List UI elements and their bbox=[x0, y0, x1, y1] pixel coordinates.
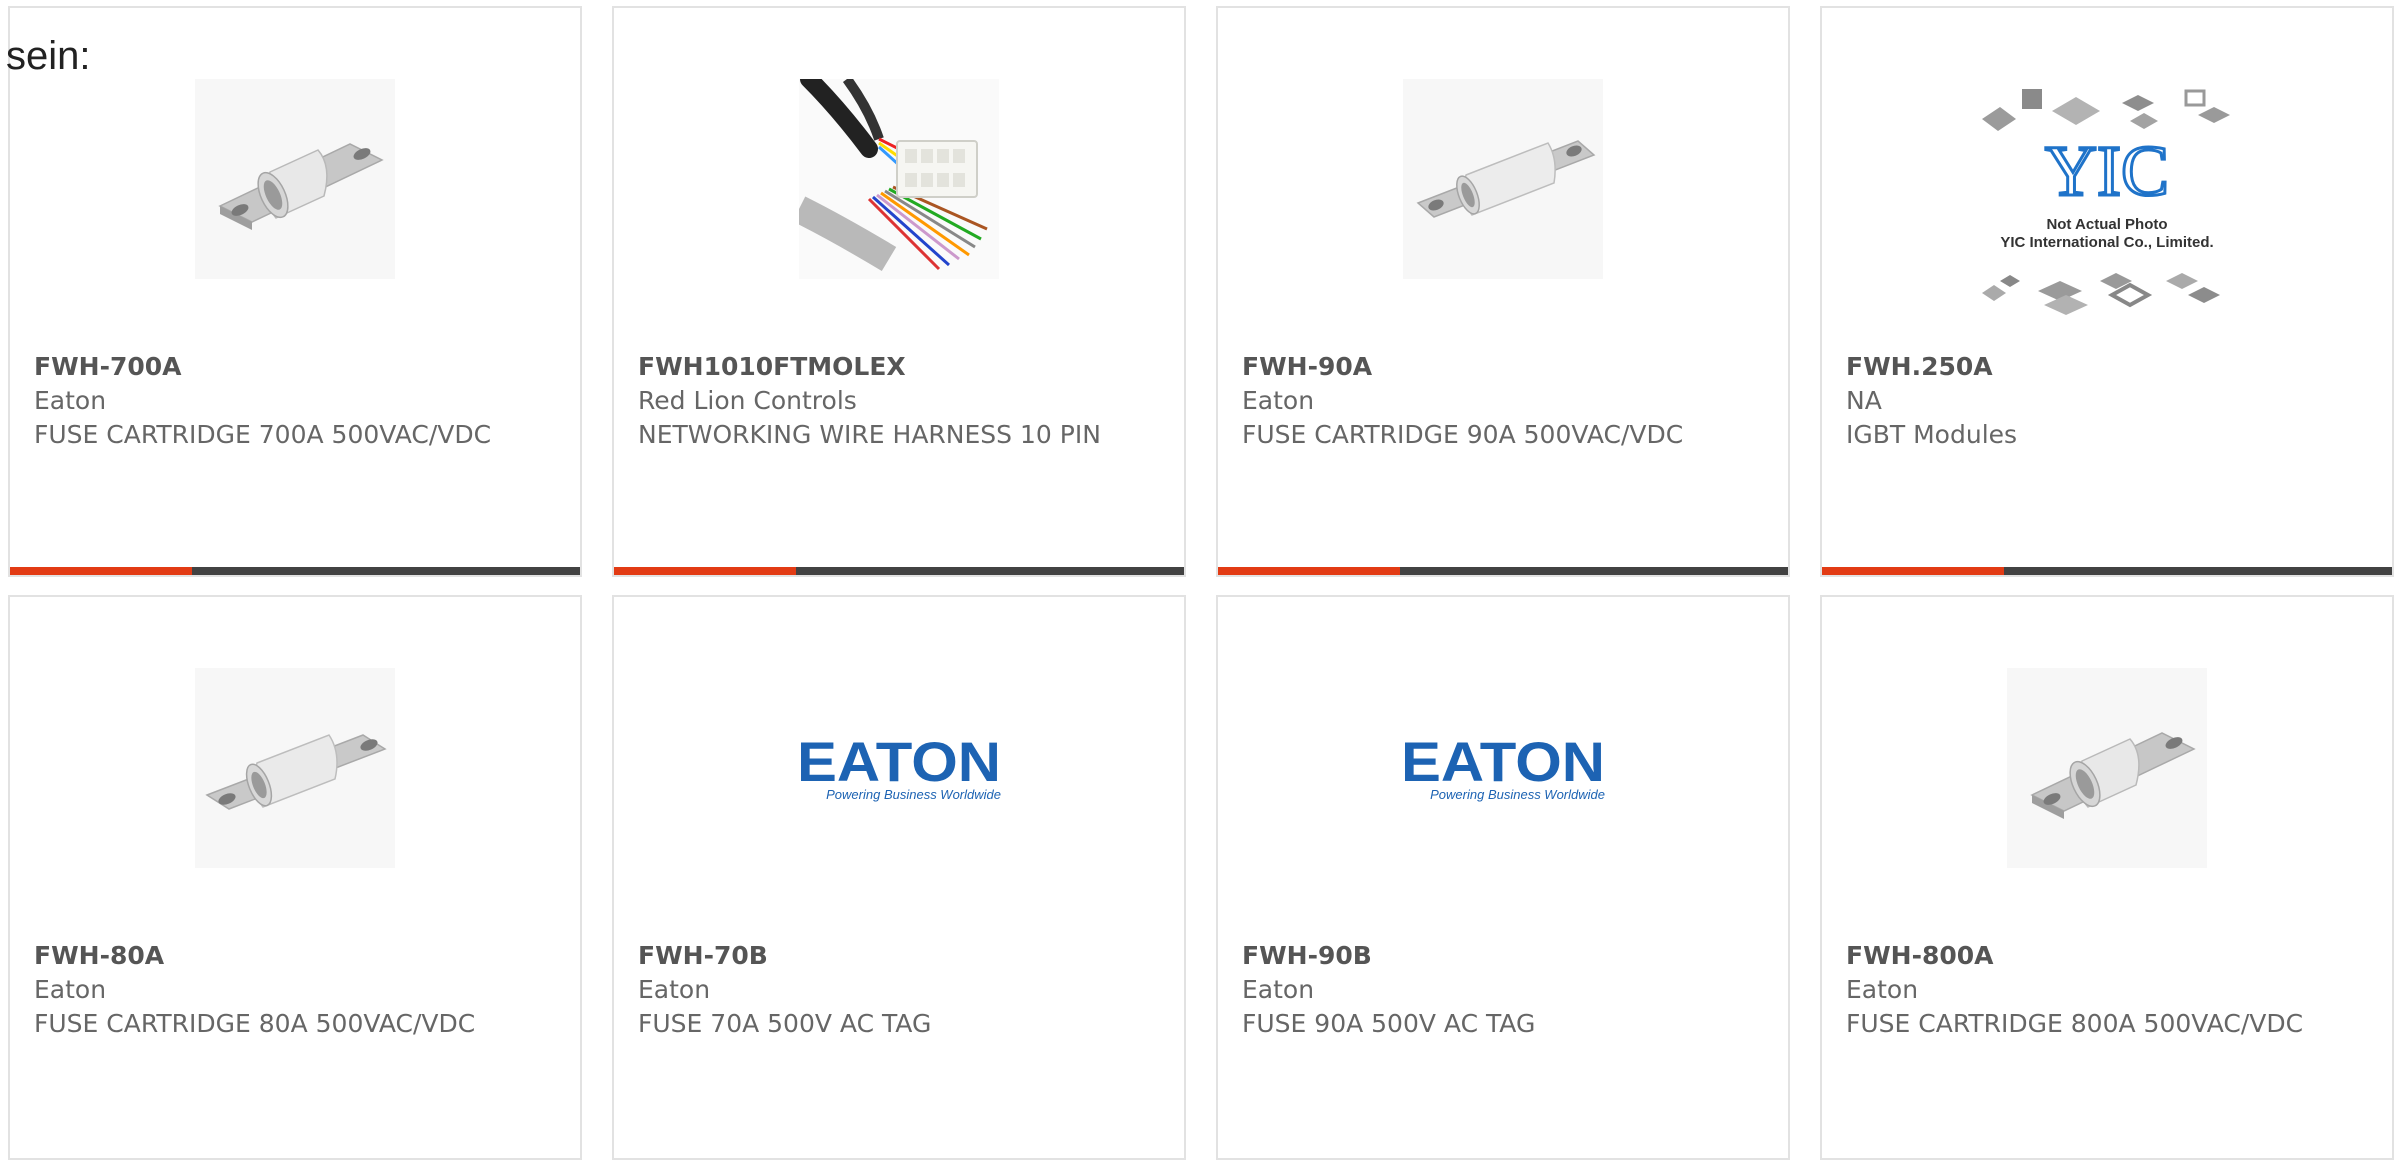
product-image[interactable]: EATON Powering Business Worldwide bbox=[1218, 663, 1788, 873]
product-image[interactable]: EATON Powering Business Worldwide bbox=[614, 663, 1184, 873]
eaton-logo-image: EATON Powering Business Worldwide bbox=[797, 728, 1001, 808]
product-image[interactable] bbox=[1218, 74, 1788, 284]
manufacturer: NA bbox=[1846, 386, 1882, 415]
eaton-logo-text: EATON bbox=[1401, 733, 1605, 793]
manufacturer: Eaton bbox=[1242, 975, 1315, 1004]
fuse-cartridge-image bbox=[2007, 668, 2207, 868]
description: FUSE CARTRIDGE 800A 500VAC/VDC bbox=[1846, 1009, 2304, 1038]
eaton-tagline: Powering Business Worldwide bbox=[1430, 787, 1605, 802]
eaton-logo-text: EATON bbox=[797, 733, 1001, 793]
product-card[interactable]: EATON Powering Business Worldwide FWH-90… bbox=[1216, 595, 1790, 1160]
product-image[interactable] bbox=[10, 74, 580, 284]
product-image[interactable] bbox=[10, 663, 580, 873]
product-card[interactable]: YIC Not Actual Photo YIC International C… bbox=[1820, 6, 2394, 577]
product-card[interactable]: EATON Powering Business Worldwide FWH-70… bbox=[612, 595, 1186, 1160]
card-accent-bar bbox=[1822, 567, 2004, 575]
page-prefix-text: sein: bbox=[6, 34, 91, 78]
card-bottom-bar bbox=[10, 567, 580, 575]
part-number[interactable]: FWH.250A bbox=[1846, 350, 2372, 384]
description: FUSE 90A 500V AC TAG bbox=[1242, 1009, 1536, 1038]
product-card[interactable]: FWH1010FTMOLEX Red Lion Controls NETWORK… bbox=[612, 6, 1186, 577]
description: FUSE 70A 500V AC TAG bbox=[638, 1009, 932, 1038]
product-card[interactable]: FWH-80A Eaton FUSE CARTRIDGE 80A 500VAC/… bbox=[8, 595, 582, 1160]
description: FUSE CARTRIDGE 700A 500VAC/VDC bbox=[34, 420, 492, 449]
product-image[interactable]: YIC Not Actual Photo YIC International C… bbox=[1822, 89, 2392, 315]
part-number[interactable]: FWH1010FTMOLEX bbox=[638, 350, 1164, 384]
description: FUSE CARTRIDGE 80A 500VAC/VDC bbox=[34, 1009, 476, 1038]
description: IGBT Modules bbox=[1846, 420, 2018, 449]
manufacturer: Eaton bbox=[1846, 975, 1919, 1004]
manufacturer: Eaton bbox=[34, 975, 107, 1004]
yic-placeholder-image: YIC Not Actual Photo YIC International C… bbox=[1972, 81, 2242, 321]
card-bottom-bar bbox=[614, 567, 1184, 575]
yic-company-text: YIC International Co., Limited. bbox=[2000, 234, 2213, 251]
eaton-tagline: Powering Business Worldwide bbox=[826, 787, 1001, 802]
description: NETWORKING WIRE HARNESS 10 PIN bbox=[638, 420, 1101, 449]
card-accent-bar bbox=[10, 567, 192, 575]
card-accent-bar bbox=[614, 567, 796, 575]
product-card[interactable]: FWH-800A Eaton FUSE CARTRIDGE 800A 500VA… bbox=[1820, 595, 2394, 1160]
fuse-cartridge-image bbox=[1403, 79, 1603, 279]
part-number[interactable]: FWH-90B bbox=[1242, 939, 1768, 973]
card-bottom-bar bbox=[1822, 567, 2392, 575]
wire-harness-image bbox=[799, 79, 999, 279]
part-number[interactable]: FWH-800A bbox=[1846, 939, 2372, 973]
manufacturer: Eaton bbox=[638, 975, 711, 1004]
manufacturer: Eaton bbox=[1242, 386, 1315, 415]
fuse-cartridge-image bbox=[195, 668, 395, 868]
card-bottom-bar bbox=[1218, 567, 1788, 575]
part-number[interactable]: FWH-90A bbox=[1242, 350, 1768, 384]
manufacturer: Eaton bbox=[34, 386, 107, 415]
fuse-cartridge-image bbox=[195, 79, 395, 279]
not-actual-photo-text: Not Actual Photo bbox=[2046, 216, 2167, 233]
product-image[interactable] bbox=[614, 74, 1184, 284]
eaton-logo-image: EATON Powering Business Worldwide bbox=[1401, 728, 1605, 808]
card-accent-bar bbox=[1218, 567, 1400, 575]
product-image[interactable] bbox=[1822, 663, 2392, 873]
product-card[interactable]: FWH-90A Eaton FUSE CARTRIDGE 90A 500VAC/… bbox=[1216, 6, 1790, 577]
part-number[interactable]: FWH-70B bbox=[638, 939, 1164, 973]
yic-logo: YIC bbox=[2045, 131, 2169, 211]
part-number[interactable]: FWH-80A bbox=[34, 939, 560, 973]
description: FUSE CARTRIDGE 90A 500VAC/VDC bbox=[1242, 420, 1684, 449]
product-card[interactable]: FWH-700A Eaton FUSE CARTRIDGE 700A 500VA… bbox=[8, 6, 582, 577]
manufacturer: Red Lion Controls bbox=[638, 386, 857, 415]
part-number[interactable]: FWH-700A bbox=[34, 350, 560, 384]
